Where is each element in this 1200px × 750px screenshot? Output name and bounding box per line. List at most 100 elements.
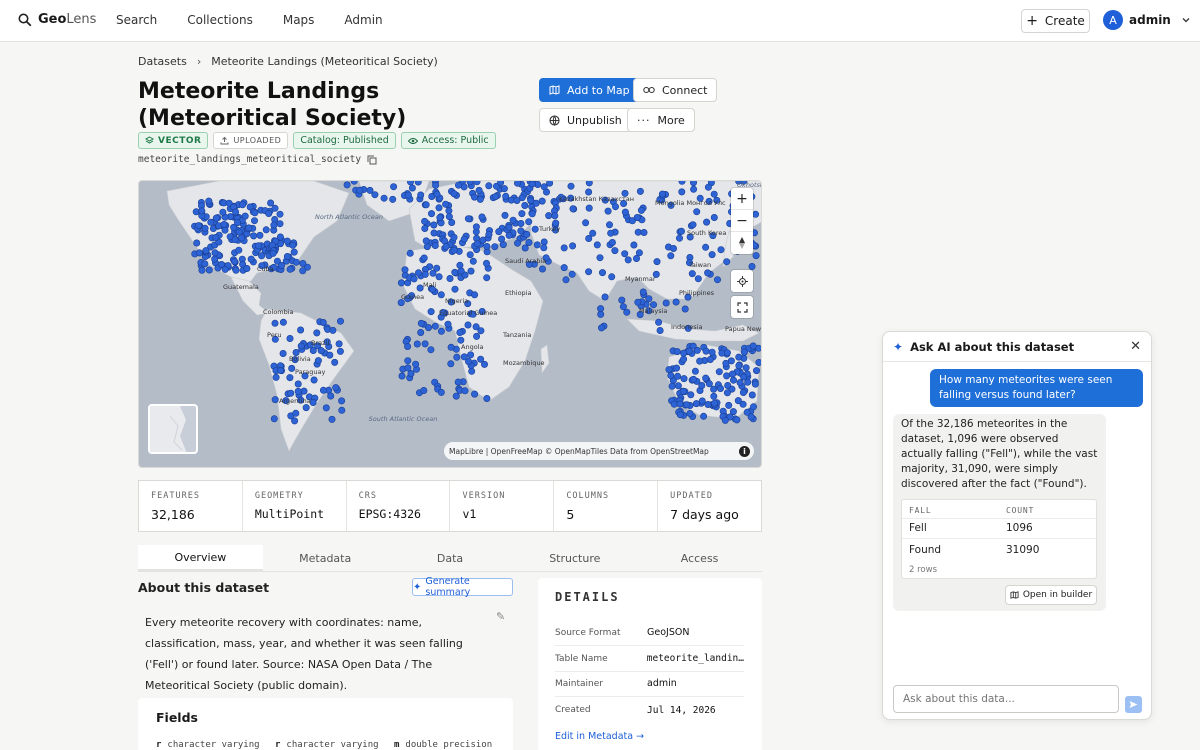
meteorite-point[interactable]	[752, 367, 760, 375]
meteorite-point[interactable]	[630, 241, 638, 249]
meteorite-point[interactable]	[453, 353, 461, 361]
more-button[interactable]: ··· More	[627, 108, 695, 132]
meteorite-point[interactable]	[211, 255, 219, 263]
meteorite-point[interactable]	[505, 223, 513, 231]
meteorite-point[interactable]	[433, 264, 441, 272]
meteorite-point[interactable]	[356, 186, 364, 194]
meteorite-point[interactable]	[464, 321, 472, 329]
meteorite-point[interactable]	[696, 357, 704, 365]
meteorite-point[interactable]	[551, 212, 559, 220]
meteorite-point[interactable]	[421, 270, 429, 278]
add-to-map-button[interactable]: Add to Map	[539, 78, 640, 102]
connect-button[interactable]: Connect	[633, 78, 718, 102]
user-menu[interactable]: A admin	[1103, 10, 1191, 30]
meteorite-point[interactable]	[427, 210, 435, 218]
nav-maps[interactable]: Maps	[283, 13, 315, 27]
meteorite-point[interactable]	[670, 400, 678, 408]
meteorite-point[interactable]	[430, 229, 438, 237]
meteorite-point[interactable]	[729, 376, 737, 384]
meteorite-point[interactable]	[297, 326, 305, 334]
meteorite-point[interactable]	[326, 351, 334, 359]
meteorite-point[interactable]	[328, 415, 336, 423]
meteorite-point[interactable]	[290, 248, 298, 256]
meteorite-point[interactable]	[611, 247, 619, 255]
meteorite-point[interactable]	[430, 221, 438, 229]
meteorite-point[interactable]	[491, 243, 499, 251]
meteorite-point[interactable]	[655, 318, 663, 326]
meteorite-point[interactable]	[437, 291, 445, 299]
meteorite-point[interactable]	[457, 267, 465, 275]
meteorite-point[interactable]	[593, 241, 601, 249]
meteorite-point[interactable]	[480, 360, 488, 368]
meteorite-point[interactable]	[598, 269, 606, 277]
meteorite-point[interactable]	[292, 409, 300, 417]
meteorite-point[interactable]	[698, 397, 706, 405]
meteorite-point[interactable]	[677, 227, 685, 235]
meteorite-point[interactable]	[436, 214, 444, 222]
meteorite-point[interactable]	[380, 194, 388, 202]
meteorite-point[interactable]	[751, 380, 759, 388]
meteorite-point[interactable]	[589, 229, 597, 237]
meteorite-point[interactable]	[417, 319, 425, 327]
meteorite-point[interactable]	[723, 258, 731, 266]
meteorite-point[interactable]	[454, 181, 462, 189]
meteorite-point[interactable]	[435, 273, 443, 281]
meteorite-point[interactable]	[232, 266, 240, 274]
meteorite-point[interactable]	[331, 358, 339, 366]
meteorite-point[interactable]	[674, 372, 682, 380]
meteorite-point[interactable]	[238, 234, 246, 242]
meteorite-point[interactable]	[366, 186, 374, 194]
meteorite-point[interactable]	[432, 181, 440, 189]
compass-button[interactable]	[731, 232, 753, 254]
meteorite-point[interactable]	[202, 247, 210, 255]
meteorite-point[interactable]	[495, 228, 503, 236]
meteorite-point[interactable]	[521, 201, 529, 209]
meteorite-point[interactable]	[608, 273, 616, 281]
tab-access[interactable]: Access	[637, 545, 762, 571]
meteorite-point[interactable]	[528, 210, 536, 218]
meteorite-point[interactable]	[447, 343, 455, 351]
meteorite-point[interactable]	[735, 353, 743, 361]
send-button[interactable]	[1125, 696, 1142, 713]
meteorite-point[interactable]	[475, 186, 483, 194]
meteorite-point[interactable]	[470, 193, 478, 201]
meteorite-point[interactable]	[450, 233, 458, 241]
open-in-builder-button[interactable]: Open in builder	[1005, 585, 1097, 605]
meteorite-point[interactable]	[239, 201, 247, 209]
meteorite-point[interactable]	[245, 224, 253, 232]
meteorite-point[interactable]	[485, 231, 493, 239]
meteorite-point[interactable]	[739, 389, 747, 397]
meteorite-point[interactable]	[673, 348, 681, 356]
meteorite-point[interactable]	[437, 327, 445, 335]
zoom-in-button[interactable]: +	[731, 188, 753, 210]
meteorite-point[interactable]	[725, 401, 733, 409]
meteorite-point[interactable]	[702, 347, 710, 355]
meteorite-point[interactable]	[337, 317, 345, 325]
meteorite-point[interactable]	[569, 205, 577, 213]
meteorite-point[interactable]	[195, 249, 203, 257]
meteorite-point[interactable]	[201, 260, 209, 268]
meteorite-point[interactable]	[689, 375, 697, 383]
meteorite-point[interactable]	[299, 267, 307, 275]
meteorite-point[interactable]	[713, 276, 721, 284]
meteorite-point[interactable]	[319, 319, 327, 327]
meteorite-point[interactable]	[317, 347, 325, 355]
meteorite-point[interactable]	[472, 323, 480, 331]
meteorite-point[interactable]	[300, 387, 308, 395]
meteorite-point[interactable]	[467, 351, 475, 359]
meteorite-point[interactable]	[417, 329, 425, 337]
meteorite-point[interactable]	[702, 243, 710, 251]
meteorite-point[interactable]	[748, 391, 756, 399]
meteorite-point[interactable]	[708, 251, 716, 259]
meteorite-point[interactable]	[451, 285, 459, 293]
meteorite-point[interactable]	[597, 310, 605, 318]
meteorite-point[interactable]	[640, 228, 648, 236]
meteorite-point[interactable]	[585, 268, 593, 276]
close-icon[interactable]: ✕	[1130, 339, 1141, 354]
minimap[interactable]	[148, 404, 198, 454]
meteorite-point[interactable]	[716, 385, 724, 393]
meteorite-point[interactable]	[289, 241, 297, 249]
meteorite-point[interactable]	[288, 364, 296, 372]
meteorite-point[interactable]	[397, 279, 405, 287]
meteorite-point[interactable]	[235, 246, 243, 254]
